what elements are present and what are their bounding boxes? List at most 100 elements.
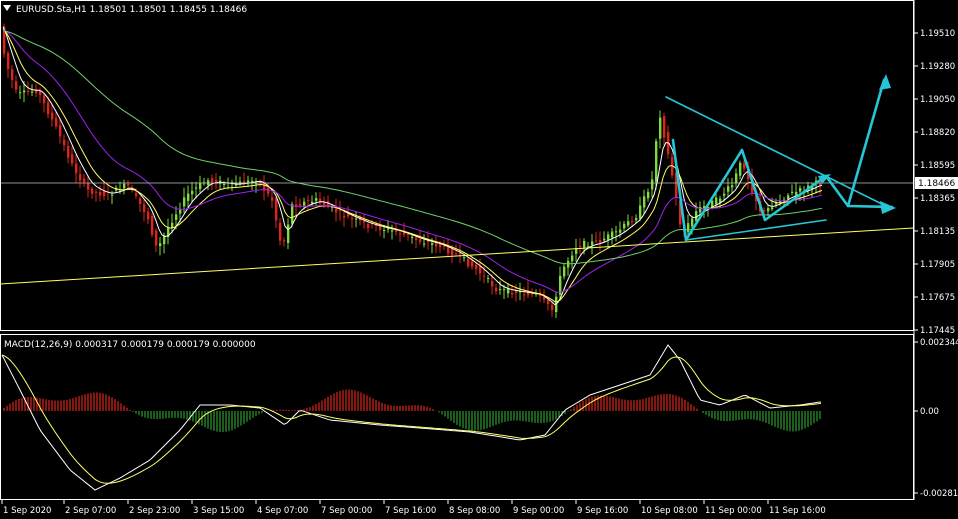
candle-body bbox=[123, 183, 126, 189]
candle-body bbox=[791, 191, 794, 193]
macd-label: MACD(12,26,9) 0.000317 0.000179 0.000179… bbox=[4, 340, 256, 350]
candle-body bbox=[599, 239, 602, 243]
candle-body bbox=[735, 173, 738, 184]
candle-body bbox=[443, 245, 446, 247]
candle-body bbox=[399, 233, 402, 235]
candle-body bbox=[215, 179, 218, 185]
macd-tick-label: 0.00 bbox=[920, 407, 939, 417]
candle-body bbox=[79, 174, 82, 181]
current-price-label: 1.18466 bbox=[918, 179, 955, 189]
candle-body bbox=[567, 260, 570, 268]
candle-body bbox=[639, 205, 642, 219]
macd-tick-label: 0.002344 bbox=[920, 338, 958, 348]
candle-body bbox=[87, 183, 90, 190]
candle-body bbox=[603, 238, 606, 241]
candle-body bbox=[635, 218, 638, 221]
candle-body bbox=[627, 221, 630, 226]
candle-body bbox=[387, 228, 390, 230]
candle-body bbox=[531, 293, 534, 295]
candle-body bbox=[51, 112, 54, 120]
support-trendline[interactable] bbox=[0, 227, 914, 285]
candle-body bbox=[411, 236, 414, 238]
candle-body bbox=[787, 195, 790, 199]
time-tick-label: 11 Sep 16:00 bbox=[769, 506, 826, 516]
candle-body bbox=[199, 183, 202, 190]
candle-body bbox=[323, 202, 326, 206]
ma-medium-line bbox=[2, 28, 823, 303]
time-tick-label: 9 Sep 16:00 bbox=[577, 506, 628, 516]
candle-body bbox=[415, 237, 418, 240]
price-tick-label: 1.18595 bbox=[920, 161, 955, 171]
candle-body bbox=[651, 179, 654, 190]
candle-body bbox=[419, 239, 422, 242]
candle-body bbox=[723, 193, 726, 196]
candle-body bbox=[367, 223, 370, 228]
candle-body bbox=[571, 255, 574, 262]
candle-body bbox=[471, 261, 474, 267]
candle-body bbox=[247, 180, 250, 183]
candle-body bbox=[611, 231, 614, 238]
candle-body bbox=[579, 246, 582, 248]
price-tick-label: 1.19050 bbox=[920, 95, 955, 105]
price-tick-label: 1.19510 bbox=[920, 29, 955, 39]
candle-body bbox=[95, 191, 98, 193]
triangle-upper-line[interactable] bbox=[665, 96, 891, 209]
candle-body bbox=[495, 287, 498, 292]
candle-body bbox=[187, 193, 190, 201]
candle-body bbox=[223, 183, 226, 185]
macd-axis[interactable]: 0.002344 0.00 -0.002814 bbox=[914, 338, 958, 499]
candle-body bbox=[643, 196, 646, 208]
candle-body bbox=[727, 186, 730, 192]
candle-body bbox=[127, 183, 130, 186]
time-tick-label: 11 Sep 00:00 bbox=[705, 506, 762, 516]
candle-body bbox=[151, 215, 154, 235]
candle-body bbox=[191, 190, 194, 195]
candle-body bbox=[511, 293, 514, 295]
triangle-pattern-drawing[interactable] bbox=[665, 78, 894, 242]
time-tick-label: 1 Sep 2020 bbox=[3, 506, 51, 516]
wave-path[interactable] bbox=[671, 78, 886, 242]
time-tick-label: 8 Sep 08:00 bbox=[449, 506, 500, 516]
ma-long-line bbox=[2, 30, 823, 265]
candle-body bbox=[343, 215, 346, 218]
candle-body bbox=[463, 257, 466, 259]
ma-fast-line bbox=[2, 26, 823, 306]
candle-body bbox=[595, 240, 598, 242]
candle-body bbox=[267, 187, 270, 194]
candle-body bbox=[279, 222, 282, 241]
arrow-right-head-icon bbox=[880, 201, 896, 214]
triangle-lower-line[interactable] bbox=[685, 219, 827, 241]
candle-body bbox=[795, 191, 798, 195]
candle-body bbox=[43, 95, 46, 104]
candle-body bbox=[315, 198, 318, 201]
candle-body bbox=[147, 211, 150, 220]
candle-body bbox=[195, 187, 198, 189]
candle-body bbox=[391, 230, 394, 232]
candle-body bbox=[479, 266, 482, 274]
candle-body bbox=[55, 117, 58, 127]
candle-body bbox=[407, 234, 410, 236]
candle-body bbox=[103, 191, 106, 197]
candle-body bbox=[483, 275, 486, 277]
candle-body bbox=[139, 198, 142, 204]
candle-body bbox=[687, 223, 690, 233]
price-tick-label: 1.17905 bbox=[920, 260, 955, 270]
candle-body bbox=[27, 90, 30, 92]
main-series-layer bbox=[2, 23, 823, 319]
trading-chart[interactable]: EURUSD.Sta,H1 1.18501 1.18501 1.18455 1.… bbox=[0, 0, 958, 519]
candle-body bbox=[299, 203, 302, 206]
triangle-down-icon[interactable] bbox=[3, 5, 11, 11]
candle-body bbox=[607, 234, 610, 240]
candle-body bbox=[543, 297, 546, 300]
price-tick-label: 1.19280 bbox=[920, 62, 955, 72]
candle-body bbox=[287, 224, 290, 243]
main-chart-frame bbox=[0, 0, 914, 331]
candle-body bbox=[623, 223, 626, 229]
candle-body bbox=[551, 304, 554, 311]
candle-body bbox=[111, 194, 114, 196]
time-axis[interactable]: 1 Sep 2020 2 Sep 07:00 2 Sep 23:00 3 Sep 15… bbox=[1, 500, 826, 516]
time-tick-label: 2 Sep 07:00 bbox=[65, 506, 116, 516]
time-tick-label: 4 Sep 07:00 bbox=[257, 506, 308, 516]
candle-body bbox=[655, 141, 658, 182]
candle-body bbox=[503, 289, 506, 291]
